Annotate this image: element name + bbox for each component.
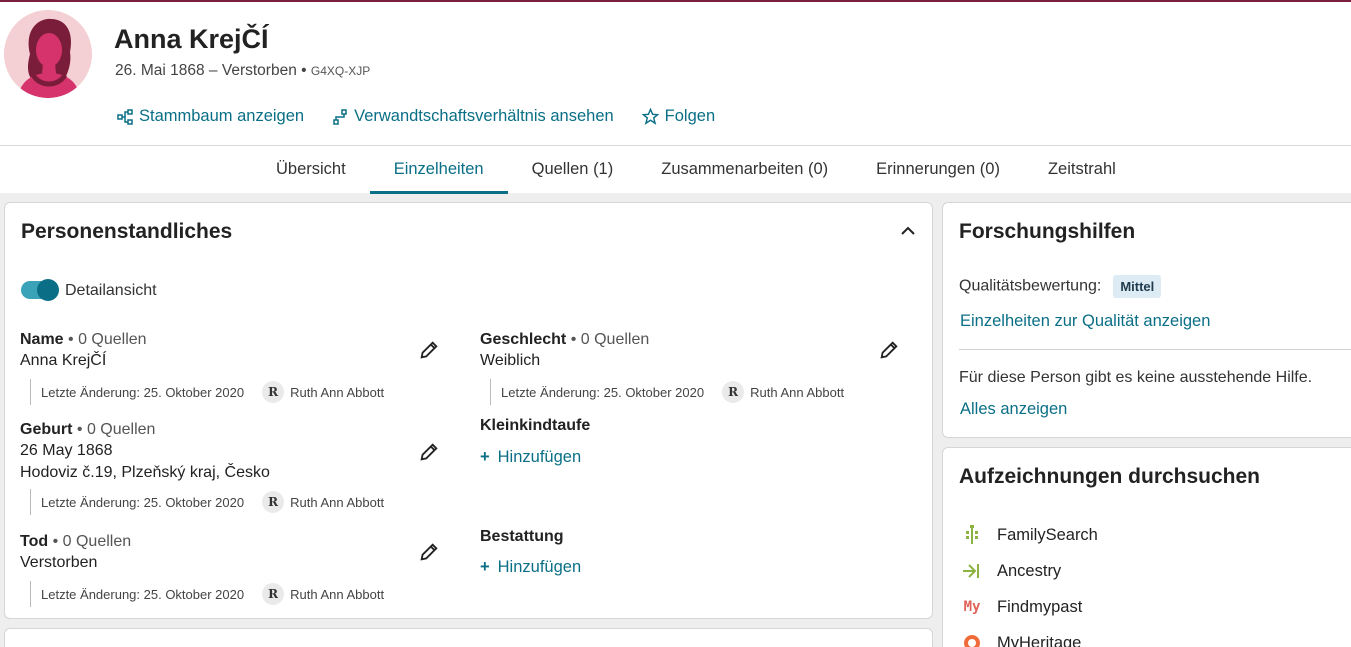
records-title: Aufzeichnungen durchsuchen (959, 465, 1261, 488)
vitals-title: Personenstandliches (21, 220, 233, 243)
record-findmypast[interactable]: My Findmypast (961, 596, 1083, 618)
vitals-card: Personenstandliches Detailansicht Name •… (4, 202, 933, 619)
record-ancestry[interactable]: Ancestry (961, 560, 1061, 582)
edit-pencil-icon[interactable] (418, 441, 440, 463)
detail-view-label: Detailansicht (65, 282, 157, 299)
fact-value: Verstorben (20, 554, 98, 571)
add-label: Hinzufügen (497, 448, 582, 466)
last-change: Letzte Änderung: 25. Oktober 2020 R Ruth… (30, 379, 384, 405)
user-avatar: R (262, 381, 285, 403)
myheritage-icon (964, 635, 980, 647)
person-lifespan-line: 26. Mai 1868 – Verstorben • G4XQ-XJP (115, 62, 370, 80)
add-christening-button[interactable]: + Hinzufügen (480, 448, 581, 467)
view-relationship-label: Verwandtschaftsverhältnis ansehen (354, 107, 614, 125)
no-help-text: Für diese Person gibt es keine ausstehen… (959, 369, 1313, 386)
edit-pencil-icon[interactable] (878, 339, 900, 361)
christening-label: Kleinkindtaufe (480, 417, 591, 434)
user-avatar: R (262, 583, 285, 605)
meta-separator: • (301, 62, 307, 79)
fact-death: Tod • 0 Quellen Verstorben Letzte Änderu… (20, 533, 440, 608)
tab-bar: Übersicht Einzelheiten Quellen (1) Zusam… (0, 145, 1351, 194)
last-change-date: Letzte Änderung: 25. Oktober 2020 (41, 586, 245, 602)
research-title: Forschungshilfen (959, 220, 1136, 243)
chevron-up-icon[interactable] (900, 225, 916, 237)
user-name[interactable]: Ruth Ann Abbott (290, 385, 384, 400)
fact-label: Name (20, 331, 64, 348)
record-label: Ancestry (997, 561, 1062, 580)
research-helps-card: Forschungshilfen Qualitätsbewertung: Mitt… (942, 202, 1351, 438)
burial-label: Bestattung (480, 528, 564, 545)
edit-pencil-icon[interactable] (418, 541, 440, 563)
search-records-card: Aufzeichnungen durchsuchen FamilySearch … (942, 447, 1351, 647)
fact-label: Geschlecht (480, 331, 567, 348)
record-label: FamilySearch (997, 525, 1098, 544)
last-change-date: Letzte Änderung: 25. Oktober 2020 (41, 494, 245, 510)
person-name: Anna KrejČÍ (114, 24, 269, 54)
record-label: MyHeritage (997, 633, 1082, 647)
birth-place: Hodoviz č.19, Plzeňský kraj, Česko (20, 464, 270, 481)
quality-details-link[interactable]: Einzelheiten zur Qualität anzeigen (960, 312, 1210, 331)
fact-label: Geburt (20, 421, 73, 438)
record-familysearch[interactable]: FamilySearch (961, 524, 1098, 546)
edit-pencil-icon[interactable] (418, 339, 440, 361)
fact-value: Weiblich (480, 352, 541, 369)
follow-button[interactable]: Folgen (641, 107, 716, 126)
person-lifespan: 26. Mai 1868 – Verstorben (115, 62, 297, 79)
fact-label: Tod (20, 533, 49, 550)
source-count: • 0 Quellen (52, 533, 132, 550)
last-change-date: Letzte Änderung: 25. Oktober 2020 (41, 384, 245, 400)
tab-memories[interactable]: Erinnerungen (0) (852, 146, 1024, 194)
findmypast-icon: My (963, 599, 981, 615)
user-avatar: R (722, 381, 745, 403)
source-count: • 0 Quellen (68, 331, 147, 348)
user-name[interactable]: Ruth Ann Abbott (290, 495, 384, 510)
tab-collaborate[interactable]: Zusammenarbeiten (0) (637, 146, 852, 194)
familysearch-tree-icon (966, 525, 978, 544)
tab-sources[interactable]: Quellen (1) (508, 146, 638, 194)
show-all-link[interactable]: Alles anzeigen (960, 400, 1067, 419)
star-icon (641, 108, 659, 125)
quality-row: Qualitätsbewertung: Mittel (959, 275, 1162, 298)
user-avatar: R (262, 491, 285, 513)
fact-sex: Geschlecht • 0 Quellen Weiblich Letzte Ä… (480, 331, 900, 406)
follow-label: Folgen (664, 107, 716, 125)
last-change: Letzte Änderung: 25. Oktober 2020 R Ruth… (30, 489, 384, 515)
last-change: Letzte Änderung: 25. Oktober 2020 R Ruth… (490, 379, 844, 405)
female-avatar-icon (18, 18, 80, 98)
record-myheritage[interactable]: MyHeritage (961, 632, 1081, 647)
tab-timeline[interactable]: Zeitstrahl (1024, 146, 1140, 194)
plus-icon: + (480, 558, 490, 576)
person-actions: Stammbaum anzeigen Verwandtschaftsverhäl… (117, 107, 743, 126)
avatar (4, 10, 92, 98)
birth-date: 26 May 1868 (20, 442, 113, 459)
next-card (4, 628, 933, 647)
fact-name: Name • 0 Quellen Anna KrejČÍ Letzte Ände… (20, 331, 440, 406)
detail-view-toggle[interactable] (21, 279, 59, 301)
tree-icon (117, 108, 133, 125)
record-label: Findmypast (997, 597, 1083, 616)
tab-details[interactable]: Einzelheiten (369, 146, 508, 194)
quality-badge: Mittel (1113, 275, 1162, 298)
divider (959, 349, 1351, 350)
view-relationship-link[interactable]: Verwandtschaftsverhältnis ansehen (332, 107, 614, 126)
fact-birth: Geburt • 0 Quellen 26 May 1868 Hodoviz č… (20, 421, 440, 516)
last-change: Letzte Änderung: 25. Oktober 2020 R Ruth… (30, 581, 384, 607)
view-tree-label: Stammbaum anzeigen (139, 107, 305, 125)
tab-overview[interactable]: Übersicht (252, 146, 370, 194)
add-burial-button[interactable]: + Hinzufügen (480, 558, 581, 577)
person-id: G4XQ-XJP (310, 64, 371, 78)
user-name[interactable]: Ruth Ann Abbott (750, 385, 844, 400)
relationship-icon (333, 108, 347, 125)
last-change-date: Letzte Änderung: 25. Oktober 2020 (501, 384, 705, 400)
plus-icon: + (480, 448, 490, 466)
person-header: Anna KrejČÍ 26. Mai 1868 – Verstorben • … (0, 2, 1351, 145)
user-name[interactable]: Ruth Ann Abbott (290, 587, 384, 602)
source-count: • 0 Quellen (76, 421, 156, 438)
source-count: • 0 Quellen (570, 331, 650, 348)
fact-value: Anna KrejČÍ (20, 352, 107, 369)
ancestry-leaf-icon (963, 564, 979, 578)
quality-label: Qualitätsbewertung: (959, 277, 1102, 295)
view-tree-link[interactable]: Stammbaum anzeigen (117, 107, 304, 126)
add-label: Hinzufügen (497, 558, 582, 576)
